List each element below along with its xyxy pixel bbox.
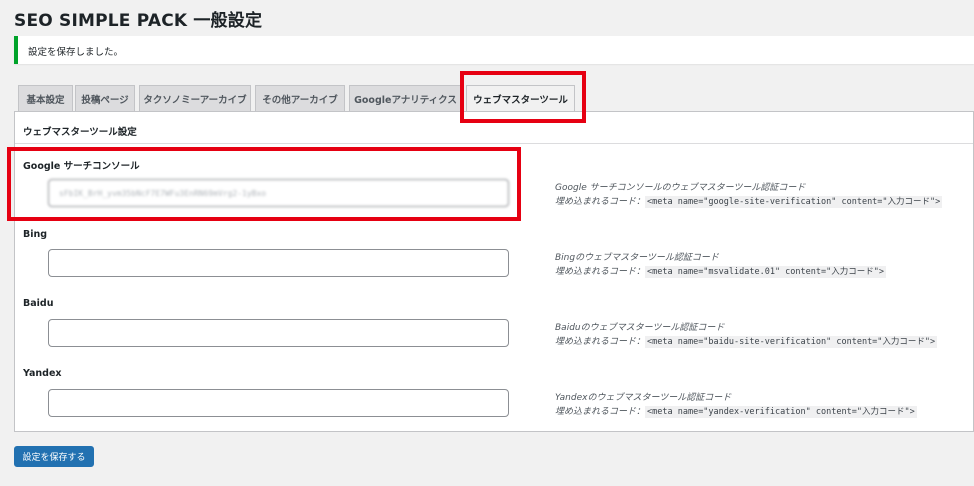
page-title: SEO SIMPLE PACK 一般設定 — [14, 11, 263, 31]
google-field-label: Google サーチコンソール — [23, 161, 140, 172]
google-code-prefix: 埋め込まれるコード： — [555, 197, 646, 207]
tab-basic[interactable]: 基本設定 — [18, 85, 73, 111]
baidu-description: Baiduのウェブマスターツール認証コード 埋め込まれるコード： <meta na… — [555, 321, 938, 349]
settings-panel: ウェブマスターツール設定 Google サーチコンソール Google サーチコ… — [14, 111, 974, 432]
baidu-verification-input[interactable] — [48, 319, 509, 347]
save-notice: 設定を保存しました。 — [14, 36, 974, 64]
google-description: Google サーチコンソールのウェブマスターツール認証コード 埋め込まれるコー… — [555, 181, 943, 209]
panel-divider — [15, 143, 973, 144]
yandex-code-prefix: 埋め込まれるコード： — [555, 407, 646, 417]
tab-other-archive[interactable]: その他アーカイブ — [255, 85, 345, 111]
bing-code-prefix: 埋め込まれるコード： — [555, 267, 646, 277]
bing-code-snippet: <meta name="msvalidate.01" content="入力コー… — [645, 266, 886, 278]
yandex-verification-input[interactable] — [48, 389, 509, 417]
yandex-code-snippet: <meta name="yandex-verification" content… — [645, 406, 917, 418]
tab-webmaster-tools[interactable]: ウェブマスターツール — [466, 85, 575, 112]
baidu-code-prefix: 埋め込まれるコード： — [555, 337, 646, 347]
google-code-snippet: <meta name="google-site-verification" co… — [645, 196, 943, 208]
baidu-field-label: Baidu — [23, 298, 54, 309]
bing-field-label: Bing — [23, 229, 48, 240]
tab-post-page[interactable]: 投稿ページ — [75, 85, 135, 111]
bing-description-text: Bingのウェブマスターツール認証コード — [555, 253, 719, 263]
section-title: ウェブマスターツール設定 — [23, 127, 137, 138]
tab-google-analytics[interactable]: Googleアナリティクス — [349, 85, 462, 111]
google-verification-input[interactable] — [48, 179, 509, 207]
yandex-field-label: Yandex — [23, 368, 62, 379]
bing-description: Bingのウェブマスターツール認証コード 埋め込まれるコード： <meta nam… — [555, 251, 886, 279]
google-description-text: Google サーチコンソールのウェブマスターツール認証コード — [555, 183, 806, 193]
tab-taxonomy-archive[interactable]: タクソノミーアーカイブ — [139, 85, 251, 111]
save-settings-button[interactable]: 設定を保存する — [14, 446, 94, 467]
yandex-description: Yandexのウェブマスターツール認証コード 埋め込まれるコード： <meta n… — [555, 391, 917, 419]
notice-text: 設定を保存しました。 — [28, 47, 124, 58]
baidu-code-snippet: <meta name="baidu-site-verification" con… — [645, 336, 938, 348]
yandex-description-text: Yandexのウェブマスターツール認証コード — [555, 393, 732, 403]
bing-verification-input[interactable] — [48, 249, 509, 277]
baidu-description-text: Baiduのウェブマスターツール認証コード — [555, 323, 725, 333]
